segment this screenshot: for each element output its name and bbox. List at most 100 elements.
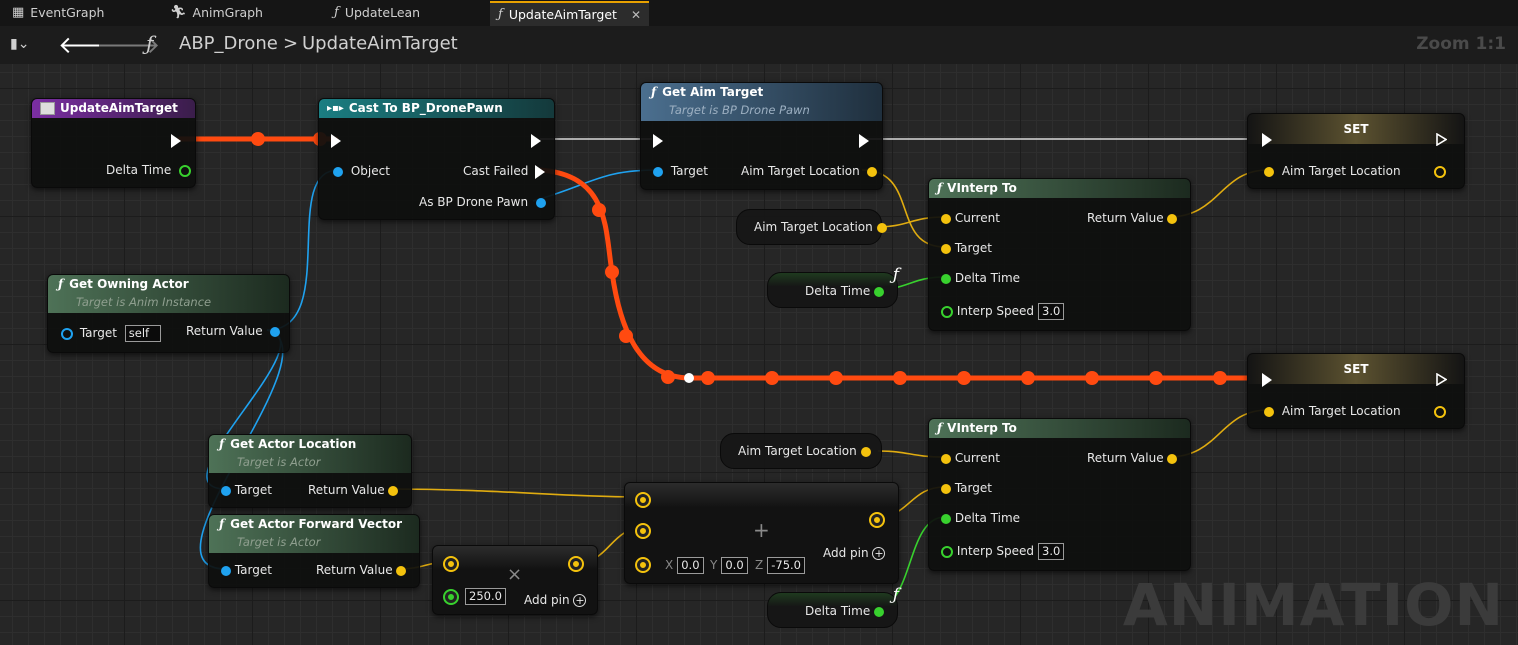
function-entry-node[interactable]: UpdateAimTarget Delta Time <box>31 98 196 188</box>
add-pin-button[interactable]: Add pin + <box>823 546 886 560</box>
add-pin-button[interactable]: Add pin + <box>524 593 587 607</box>
node-title: Get Owning Actor <box>69 277 189 291</box>
z-value[interactable]: -75.0 <box>767 557 805 574</box>
exec-in-pin[interactable] <box>1262 372 1272 387</box>
y-value[interactable]: 0.0 <box>721 557 748 574</box>
current-pin[interactable]: Current <box>941 211 1000 225</box>
vector-out-pin[interactable] <box>1434 404 1446 418</box>
return-value-pin[interactable]: Return Value <box>1087 211 1178 225</box>
aim-target-location-pin[interactable]: Aim Target Location <box>738 444 871 458</box>
interp-speed-field[interactable]: 3.0 <box>1038 303 1065 320</box>
tab-eventgraph[interactable]: ▦ EventGraph <box>12 1 104 25</box>
exec-out-pin[interactable] <box>531 133 541 148</box>
close-icon[interactable]: ✕ <box>631 3 641 27</box>
as-bp-drone-pawn-pin[interactable]: As BP Drone Pawn <box>419 195 546 209</box>
return-value-pin[interactable]: Return Value <box>1087 451 1178 465</box>
exec-in-pin[interactable] <box>331 133 341 148</box>
node-subtitle: Target is Actor <box>237 535 321 549</box>
aim-target-location-pin[interactable]: Aim Target Location <box>1264 164 1401 178</box>
function-icon: ƒ <box>146 31 154 55</box>
tab-updateaimtarget[interactable]: ƒ UpdateAimTarget ✕ <box>490 1 650 27</box>
pin-label: Return Value <box>1087 451 1164 465</box>
target-value-field[interactable]: self <box>124 325 161 342</box>
return-value-pin[interactable]: Return Value <box>186 324 281 338</box>
delta-time-pin[interactable]: Delta Time <box>805 284 885 298</box>
vector-in-pin[interactable] <box>445 556 457 570</box>
x-field[interactable]: X 0.0 <box>665 557 704 574</box>
pin-label: Delta Time <box>805 284 871 298</box>
get-aim-target-node[interactable]: ƒ Get Aim Target Target is BP Drone Pawn … <box>640 82 883 190</box>
target-pin[interactable]: Target <box>653 164 708 178</box>
add-circle-icon: + <box>872 547 886 560</box>
add-node[interactable]: + X 0.0 Y 0.0 Z -75.0 Add pin + <box>624 482 899 584</box>
exec-out-pin[interactable] <box>1436 132 1447 146</box>
interp-speed-field[interactable]: 3.0 <box>1038 543 1065 560</box>
exec-out-pin[interactable] <box>1436 372 1447 386</box>
node-title: Get Actor Location <box>230 437 357 451</box>
aim-target-location-pin[interactable]: Aim Target Location <box>741 164 877 178</box>
add-symbol: + <box>753 518 770 542</box>
float-in-pin[interactable]: 250.0 <box>445 588 506 605</box>
breadcrumb-root[interactable]: ABP_Drone <box>179 33 278 54</box>
return-value-pin[interactable]: Return Value <box>308 483 399 497</box>
target-pin[interactable]: Target <box>941 481 992 495</box>
target-pin[interactable]: Target <box>221 483 272 497</box>
set-node[interactable]: SET Aim Target Location <box>1247 353 1465 429</box>
delta-time-pin[interactable]: Delta Time <box>805 604 885 618</box>
aim-target-location-getter[interactable]: Aim Target Location <box>736 209 887 245</box>
vector-in-pin[interactable] <box>637 523 649 537</box>
delta-time-pin[interactable]: Delta Time <box>941 511 1020 525</box>
multiplier-field[interactable]: 250.0 <box>465 588 506 605</box>
aim-target-location-getter[interactable]: Aim Target Location <box>720 433 882 469</box>
node-header: ƒ Get Aim Target Target is BP Drone Pawn <box>641 83 882 121</box>
node-title: VInterp To <box>947 421 1017 435</box>
get-actor-forward-vector-node[interactable]: ƒ Get Actor Forward Vector Target is Acto… <box>208 514 420 588</box>
vinterp-to-node[interactable]: ƒ VInterp To Current Target Delta Time I… <box>928 418 1191 571</box>
exec-in-pin[interactable] <box>653 133 663 148</box>
vector-out-pin[interactable] <box>871 512 883 526</box>
function-icon: ƒ <box>892 265 899 285</box>
tab-animgraph[interactable]: 🏃︎ AnimGraph <box>170 1 263 25</box>
tab-updatelean[interactable]: ƒ UpdateLean <box>334 1 420 25</box>
exec-out-pin[interactable] <box>859 133 869 148</box>
z-field[interactable]: Z -75.0 <box>755 557 805 574</box>
vector-in-pin[interactable] <box>637 492 649 506</box>
cast-node[interactable]: ▸▪▸ Cast To BP_DronePawn Object Cast Fai… <box>318 98 555 220</box>
target-pin[interactable]: Target <box>941 241 992 255</box>
vector-pin-icon <box>1264 166 1274 177</box>
aim-target-location-pin[interactable]: Aim Target Location <box>1264 404 1401 418</box>
exec-out-pin[interactable] <box>171 133 181 148</box>
object-pin-icon <box>653 166 663 177</box>
graph-watermark: ANIMATION <box>1122 571 1504 639</box>
x-value[interactable]: 0.0 <box>677 557 704 574</box>
delta-time-getter[interactable]: ƒ Delta Time <box>767 585 899 628</box>
current-pin[interactable]: Current <box>941 451 1000 465</box>
node-header: ƒ VInterp To <box>929 419 1190 438</box>
cast-failed-pin[interactable]: Cast Failed <box>463 164 546 179</box>
object-pin[interactable]: Object <box>333 164 390 178</box>
delta-time-pin[interactable]: Delta Time <box>941 271 1020 285</box>
vector-out-pin[interactable] <box>1434 164 1446 178</box>
get-actor-location-node[interactable]: ƒ Get Actor Location Target is Actor Targ… <box>208 434 412 508</box>
delta-time-pin[interactable]: Delta Time <box>106 163 192 177</box>
pin-label: Return Value <box>316 563 393 577</box>
y-field[interactable]: Y 0.0 <box>710 557 748 574</box>
vinterp-to-node[interactable]: ƒ VInterp To Current Target Delta Time I… <box>928 178 1191 331</box>
bookmark-icon[interactable]: ▮⌄ <box>10 36 29 52</box>
set-node[interactable]: SET Aim Target Location <box>1247 113 1465 189</box>
breadcrumb-leaf[interactable]: UpdateAimTarget <box>302 33 458 54</box>
multiply-node[interactable]: × 250.0 Add pin + <box>432 545 598 615</box>
exec-in-pin[interactable] <box>1262 132 1272 147</box>
vector-in-pin[interactable] <box>637 557 649 571</box>
get-owning-actor-node[interactable]: ƒ Get Owning Actor Target is Anim Instanc… <box>47 274 290 353</box>
interp-speed-pin[interactable]: Interp Speed 3.0 <box>941 303 1065 320</box>
interp-speed-pin[interactable]: Interp Speed 3.0 <box>941 543 1065 560</box>
pin-label: Interp Speed <box>956 304 1035 318</box>
pin-label: Target <box>234 563 272 577</box>
vector-out-pin[interactable] <box>570 556 582 570</box>
delta-time-getter[interactable]: ƒ Delta Time <box>767 265 899 308</box>
aim-target-location-pin[interactable]: Aim Target Location <box>754 220 887 234</box>
return-value-pin[interactable]: Return Value <box>316 563 407 577</box>
target-pin[interactable]: Target <box>221 563 272 577</box>
target-pin[interactable]: Target self <box>61 325 161 342</box>
